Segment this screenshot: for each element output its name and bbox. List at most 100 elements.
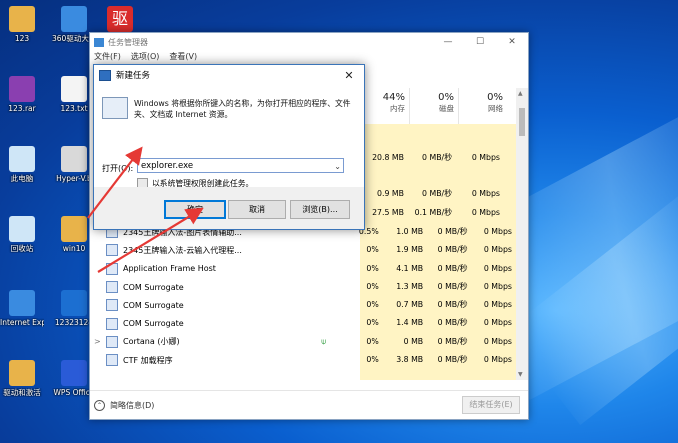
- desktop-icon[interactable]: 驱动和激活: [0, 360, 44, 397]
- cell-memory: 1.4 MB: [382, 314, 428, 333]
- desktop-icon-image: [9, 216, 35, 242]
- task-manager-title: 任务管理器: [108, 37, 148, 47]
- ok-button[interactable]: 确定: [164, 200, 226, 219]
- cell-network: 0 Mbps: [456, 185, 504, 203]
- fewer-details-button[interactable]: ⌃ 简略信息(D): [94, 399, 155, 411]
- menu-file[interactable]: 文件(F): [94, 51, 121, 63]
- task-manager-icon: [94, 37, 104, 47]
- table-row[interactable]: 20.8 MB 0 MB/秒 0 Mbps: [360, 149, 504, 167]
- cell-memory: 1.0 MB: [382, 223, 428, 242]
- table-row[interactable]: > Cortana (小娜) ⍦ 0% 0 MB 0 MB/秒 0 Mbps: [90, 332, 516, 352]
- new-task-dialog[interactable]: 新建任务 ✕ Windows 将根据你所键入的名称，为你打开相应的程序、文件夹、…: [93, 64, 365, 230]
- cell-disk: 0 MB/秒: [427, 223, 472, 242]
- table-row[interactable]: COM Surrogate 0% 0.7 MB 0 MB/秒 0 Mbps: [90, 296, 516, 315]
- column-header-disk[interactable]: 0% 磁盘: [409, 88, 458, 124]
- cell-memory: 0 MB: [382, 332, 428, 352]
- desktop-icon[interactable]: 此电脑: [0, 146, 44, 183]
- cell-memory: 1.3 MB: [382, 277, 428, 297]
- desktop-icon[interactable]: 回收站: [0, 216, 44, 253]
- end-task-button[interactable]: 结束任务(E): [462, 396, 520, 414]
- menu-view[interactable]: 查看(V): [169, 51, 197, 63]
- process-list-scrollbar[interactable]: ▲ ▼: [516, 88, 528, 380]
- desktop-icon-image: [9, 290, 35, 316]
- cell-cpu: 0%: [366, 281, 379, 291]
- table-row[interactable]: 0.9 MB 0 MB/秒 0 Mbps: [360, 185, 504, 203]
- cell-cpu: 0%: [366, 318, 379, 328]
- process-icon: [106, 354, 118, 367]
- cell-network: 0 Mbps: [456, 149, 504, 167]
- cell-disk: 0 MB/秒: [427, 314, 472, 333]
- cell-cpu: 0%: [366, 336, 379, 346]
- run-description: Windows 将根据你所键入的名称，为你打开相应的程序、文件夹、文档或 Int…: [134, 99, 351, 119]
- column-header-network[interactable]: 0% 网络: [458, 88, 507, 124]
- chevron-down-icon[interactable]: ⌄: [334, 159, 341, 174]
- close-icon[interactable]: ✕: [496, 37, 528, 47]
- table-row[interactable]: COM Surrogate 0% 1.4 MB 0 MB/秒 0 Mbps: [90, 314, 516, 333]
- cell-network: 0 Mbps: [471, 314, 516, 333]
- chevron-up-icon: ⌃: [94, 399, 105, 411]
- browse-button[interactable]: 浏览(B)...: [290, 200, 350, 219]
- desktop-icon[interactable]: 123.rar: [0, 76, 44, 113]
- minimize-icon[interactable]: —: [432, 37, 464, 47]
- desktop-icon[interactable]: 驱: [98, 6, 142, 34]
- chevron-right-icon[interactable]: >: [94, 337, 106, 346]
- desktop-icon-label: 此电脑: [10, 174, 34, 183]
- process-name-cell: 2345王牌输入法-云输入代理程...: [90, 244, 305, 257]
- task-manager-titlebar[interactable]: 任务管理器 — ☐ ✕: [90, 33, 528, 51]
- new-task-titlebar[interactable]: 新建任务 ✕: [94, 65, 364, 85]
- table-row[interactable]: COM Surrogate 0% 1.3 MB 0 MB/秒 0 Mbps: [90, 277, 516, 297]
- table-row[interactable]: Application Frame Host 0% 4.1 MB 0 MB/秒 0 Mb…: [90, 259, 516, 278]
- close-icon[interactable]: ✕: [334, 69, 364, 82]
- process-icon: [106, 262, 118, 275]
- menu-options[interactable]: 选项(O): [131, 51, 160, 63]
- cell-cpu: 0%: [366, 263, 379, 273]
- task-manager-menubar: 文件(F) 选项(O) 查看(V): [90, 51, 528, 63]
- desktop-icon-label: 驱动和激活: [3, 388, 41, 397]
- process-name: COM Surrogate: [123, 319, 184, 329]
- table-row[interactable]: CTF 加载程序 0% 3.8 MB 0 MB/秒 0 Mbps: [90, 351, 516, 370]
- process-name-cell: COM Surrogate: [90, 281, 305, 294]
- disk-label: 磁盘: [439, 104, 454, 113]
- process-name: 2345王牌输入法-云输入代理程...: [123, 245, 242, 255]
- run-program-icon: [102, 97, 128, 119]
- process-name-cell: Application Frame Host: [90, 262, 305, 275]
- table-row[interactable]: 2345王牌输入法-云输入代理程... 0% 1.9 MB 0 MB/秒 0 Mbps: [90, 241, 516, 260]
- cell-memory: 3.8 MB: [382, 351, 428, 370]
- scrollbar-thumb[interactable]: [519, 108, 525, 136]
- cell-disk: 0 MB/秒: [427, 296, 472, 315]
- cell-memory: 20.8 MB: [360, 149, 408, 167]
- scroll-down-icon[interactable]: ▼: [518, 371, 523, 378]
- process-icon: [106, 317, 118, 330]
- process-name: CTF 加载程序: [123, 355, 173, 365]
- cell-disk: 0.1 MB/秒: [408, 204, 456, 222]
- desktop-icon[interactable]: Internet Explorer: [0, 290, 44, 327]
- cell-memory: 0.9 MB: [360, 185, 408, 203]
- memory-percent: 44%: [382, 92, 405, 103]
- cell-memory: 0.7 MB: [382, 296, 428, 315]
- desktop-icon-image: [61, 76, 87, 102]
- table-row[interactable]: 27.5 MB 0.1 MB/秒 0 Mbps: [360, 204, 504, 222]
- fewer-details-label: 简略信息(D): [110, 400, 155, 410]
- desktop-icon-image: [9, 360, 35, 386]
- scroll-up-icon[interactable]: ▲: [518, 90, 523, 97]
- open-input[interactable]: explorer.exe ⌄: [137, 158, 344, 173]
- process-icon: [106, 244, 118, 257]
- desktop-icon-image: [61, 290, 87, 316]
- process-name-cell: > Cortana (小娜): [90, 335, 305, 348]
- cancel-button[interactable]: 取消: [228, 200, 286, 219]
- column-header-memory[interactable]: 44% 内存: [360, 88, 409, 124]
- cell-disk: 0 MB/秒: [427, 277, 472, 297]
- cell-network: 0 Mbps: [471, 332, 516, 352]
- maximize-icon[interactable]: ☐: [464, 37, 496, 47]
- task-manager-footer: ⌃ 简略信息(D) 结束任务(E): [90, 390, 528, 419]
- cell-disk: 0 MB/秒: [408, 185, 456, 203]
- cell-disk: 0 MB/秒: [427, 259, 472, 278]
- process-list: 2345王牌输入法-图片表情辅助... 0.5% 1.0 MB 0 MB/秒 0 Mbp…: [90, 223, 516, 370]
- network-label: 网络: [488, 104, 503, 113]
- cell-network: 0 Mbps: [471, 277, 516, 297]
- desktop-icon[interactable]: 123: [0, 6, 44, 43]
- cell-network: 0 Mbps: [471, 259, 516, 278]
- process-icon: [106, 281, 118, 294]
- cell-memory: 27.5 MB: [360, 204, 408, 222]
- cell-network: 0 Mbps: [471, 223, 516, 242]
